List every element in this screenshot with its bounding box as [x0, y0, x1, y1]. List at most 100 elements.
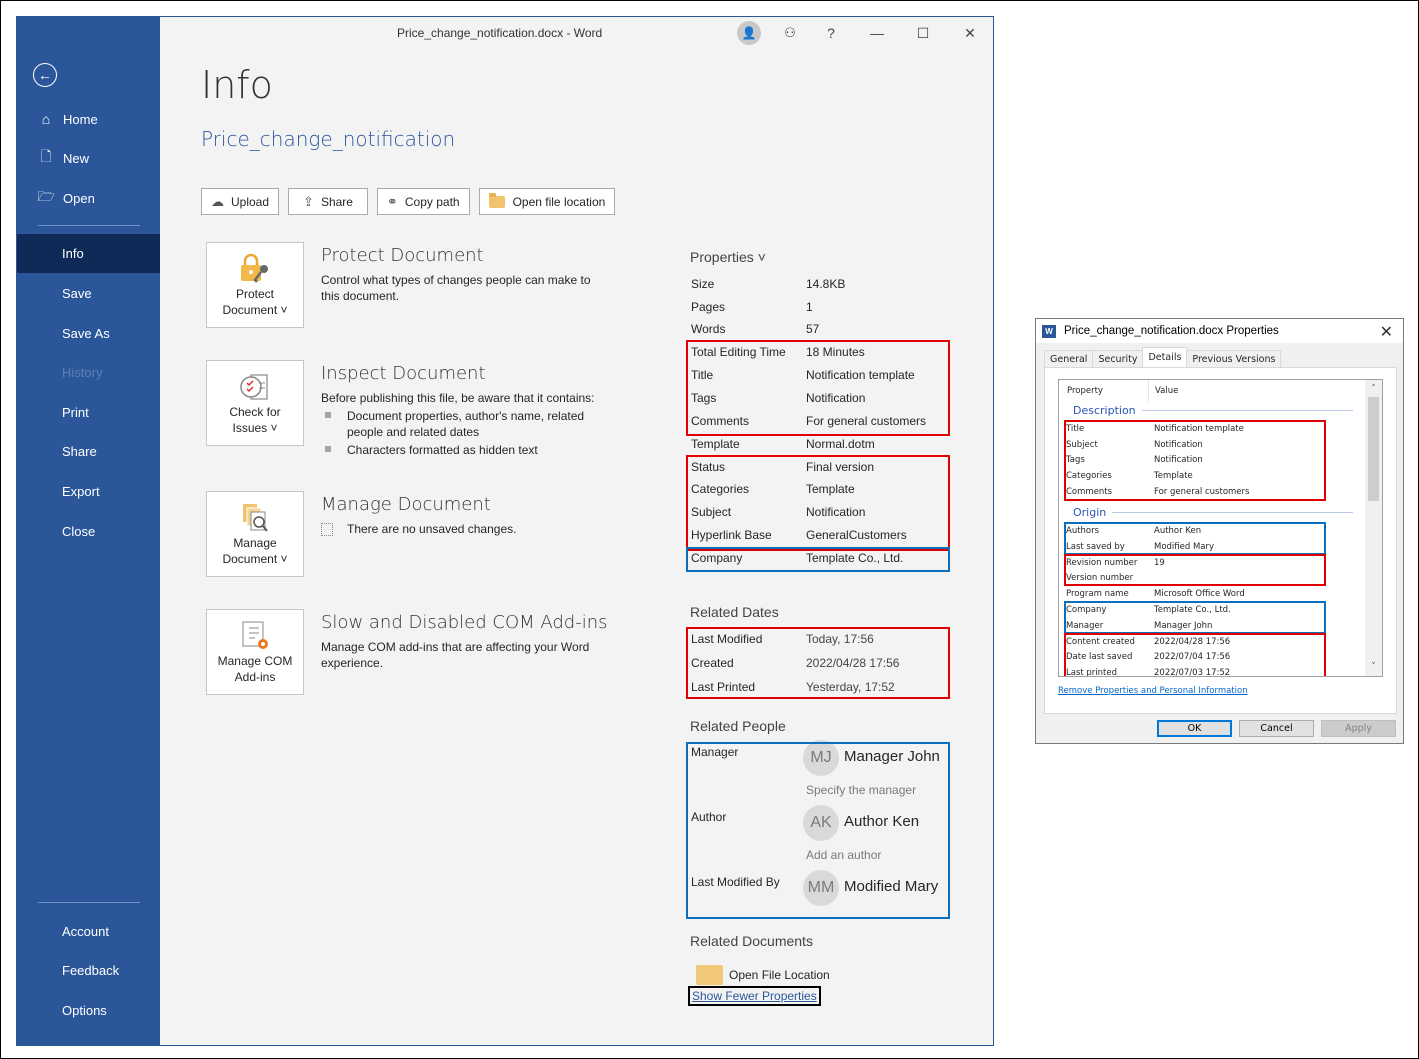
- highlight-box-red: [1064, 420, 1326, 501]
- sidebar-item-label: Export: [62, 483, 100, 499]
- sidebar-item-print[interactable]: Print: [17, 393, 160, 431]
- help-icon: ?: [827, 25, 835, 41]
- highlight-box-red: [1064, 554, 1326, 586]
- sidebar-item-feedback[interactable]: Feedback: [17, 951, 160, 989]
- word-window: ← ⌂ Home 🗋 New 🗁 Open Info Save Save As …: [16, 16, 994, 1046]
- sidebar-item-new[interactable]: 🗋 New: [17, 139, 160, 177]
- properties-heading[interactable]: Properties ˅: [690, 249, 766, 265]
- home-icon: ⌂: [41, 111, 51, 127]
- help-button[interactable]: ?: [819, 21, 843, 45]
- maximize-button[interactable]: ☐: [911, 21, 935, 45]
- tab-previous-versions[interactable]: Previous Versions: [1186, 350, 1282, 367]
- protect-document-button[interactable]: Protect Document ˅: [206, 242, 304, 328]
- sidebar-item-label: Close: [62, 523, 96, 539]
- sidebar-item-share[interactable]: Share: [17, 432, 160, 470]
- addins-gear-icon: [242, 621, 268, 649]
- tab-security[interactable]: Security: [1092, 350, 1144, 367]
- sidebar-item-account[interactable]: Account: [17, 912, 160, 950]
- section-title: Protect Document: [321, 245, 484, 266]
- tile-label: Protect: [235, 287, 274, 301]
- property-row: Template Normal.dotm: [690, 434, 952, 454]
- folder-icon: [488, 192, 505, 208]
- detail-row[interactable]: Program name Microsoft Office Word: [1066, 586, 1245, 602]
- manage-versions-icon: [243, 504, 268, 532]
- sidebar-divider: [38, 225, 140, 226]
- account-avatar-button[interactable]: 👤: [737, 21, 761, 45]
- sidebar-item-close[interactable]: Close: [17, 512, 160, 550]
- share-people-icon: ⚇: [784, 25, 796, 40]
- group-origin: Origin: [1073, 506, 1353, 519]
- sidebar-item-home[interactable]: ⌂ Home: [17, 100, 160, 138]
- back-button[interactable]: ←: [33, 63, 57, 87]
- cancel-button[interactable]: Cancel: [1239, 720, 1314, 737]
- tile-label: Manage: [233, 536, 277, 550]
- ok-button[interactable]: OK: [1157, 720, 1232, 737]
- minimize-button[interactable]: —: [865, 21, 889, 45]
- share-label: Share: [320, 194, 353, 209]
- upload-button[interactable]: ☁ Upload: [201, 188, 280, 215]
- open-file-location-label: Open file location: [512, 194, 606, 209]
- section-description: There are no unsaved changes.: [321, 521, 611, 537]
- share-button[interactable]: ⇪ Share: [288, 188, 368, 215]
- dialog-close-button[interactable]: ✕: [1380, 322, 1393, 342]
- sidebar-item-save-as[interactable]: Save As: [17, 314, 160, 352]
- related-people-heading: Related People: [690, 718, 786, 734]
- lock-key-icon: [241, 253, 268, 283]
- upload-cloud-icon: ☁: [211, 193, 224, 209]
- maximize-icon: ☐: [916, 24, 930, 41]
- manage-com-addins-button[interactable]: Manage COM Add-ins: [206, 609, 304, 695]
- check-for-issues-button[interactable]: Check for Issues ˅: [206, 360, 304, 446]
- sidebar-item-save[interactable]: Save: [17, 274, 160, 312]
- related-dates-heading: Related Dates: [690, 604, 779, 620]
- sidebar-item-label: Account: [62, 923, 109, 939]
- sidebar-item-options[interactable]: Options: [17, 991, 160, 1029]
- scroll-down-icon[interactable]: ˅: [1365, 660, 1382, 674]
- minimize-icon: —: [870, 25, 884, 41]
- remove-properties-link[interactable]: Remove Properties and Personal Informati…: [1058, 686, 1248, 696]
- scroll-thumb[interactable]: [1368, 397, 1379, 501]
- person-icon: 👤: [741, 26, 757, 40]
- highlight-box-red: [1064, 633, 1326, 676]
- copy-path-label: Copy path: [404, 194, 460, 209]
- details-panel: Property Value Description Title Notifica…: [1044, 367, 1397, 714]
- sidebar-item-label: Save: [62, 285, 92, 301]
- column-header-value[interactable]: Value: [1149, 386, 1178, 396]
- list-scrollbar[interactable]: ˄ ˅: [1365, 380, 1382, 676]
- details-list[interactable]: Property Value Description Title Notifica…: [1058, 379, 1383, 677]
- upload-label: Upload: [231, 194, 270, 209]
- sidebar-item-open[interactable]: 🗁 Open: [17, 179, 160, 217]
- list-header: Property Value: [1059, 380, 1364, 402]
- tab-general[interactable]: General: [1044, 350, 1094, 367]
- document-name: Price_change_notification: [201, 127, 456, 151]
- scroll-up-icon[interactable]: ˄: [1365, 382, 1382, 396]
- show-fewer-properties-link[interactable]: Show Fewer Properties: [688, 986, 821, 1006]
- new-document-icon: 🗋: [40, 148, 52, 164]
- coauthor-button[interactable]: ⚇: [778, 21, 802, 45]
- property-key: Size: [691, 277, 715, 291]
- tab-details[interactable]: Details: [1142, 347, 1188, 367]
- open-folder-icon: 🗁: [37, 188, 55, 204]
- share-icon: ⇪: [303, 193, 314, 209]
- tile-label: Check for: [229, 405, 281, 419]
- related-documents-heading: Related Documents: [690, 933, 813, 949]
- highlight-box-blue: [686, 742, 950, 919]
- sidebar-item-info[interactable]: Info: [17, 234, 160, 273]
- highlight-box-red: [686, 340, 950, 436]
- close-window-button[interactable]: ✕: [958, 21, 982, 45]
- close-icon: ✕: [964, 24, 976, 41]
- inspect-intro: Before publishing this file, be aware th…: [321, 391, 595, 405]
- property-key: Pages: [691, 300, 726, 314]
- folder-icon: [696, 965, 723, 985]
- manage-document-button[interactable]: Manage Document ˅: [206, 491, 304, 577]
- property-value: 14.8KB: [806, 277, 846, 291]
- copy-path-button[interactable]: ⚭ Copy path: [376, 188, 470, 215]
- back-arrow-icon: ←: [38, 67, 52, 83]
- property-value: 1: [806, 300, 813, 314]
- apply-button: Apply: [1321, 720, 1396, 737]
- column-header-property[interactable]: Property: [1059, 380, 1149, 402]
- open-file-location-button[interactable]: Open file location: [478, 188, 616, 215]
- sidebar-item-export[interactable]: Export: [17, 472, 160, 510]
- highlight-box-blue: [1064, 601, 1326, 634]
- open-file-location-label: Open File Location: [729, 968, 830, 982]
- open-file-location-link[interactable]: Open File Location: [696, 965, 830, 985]
